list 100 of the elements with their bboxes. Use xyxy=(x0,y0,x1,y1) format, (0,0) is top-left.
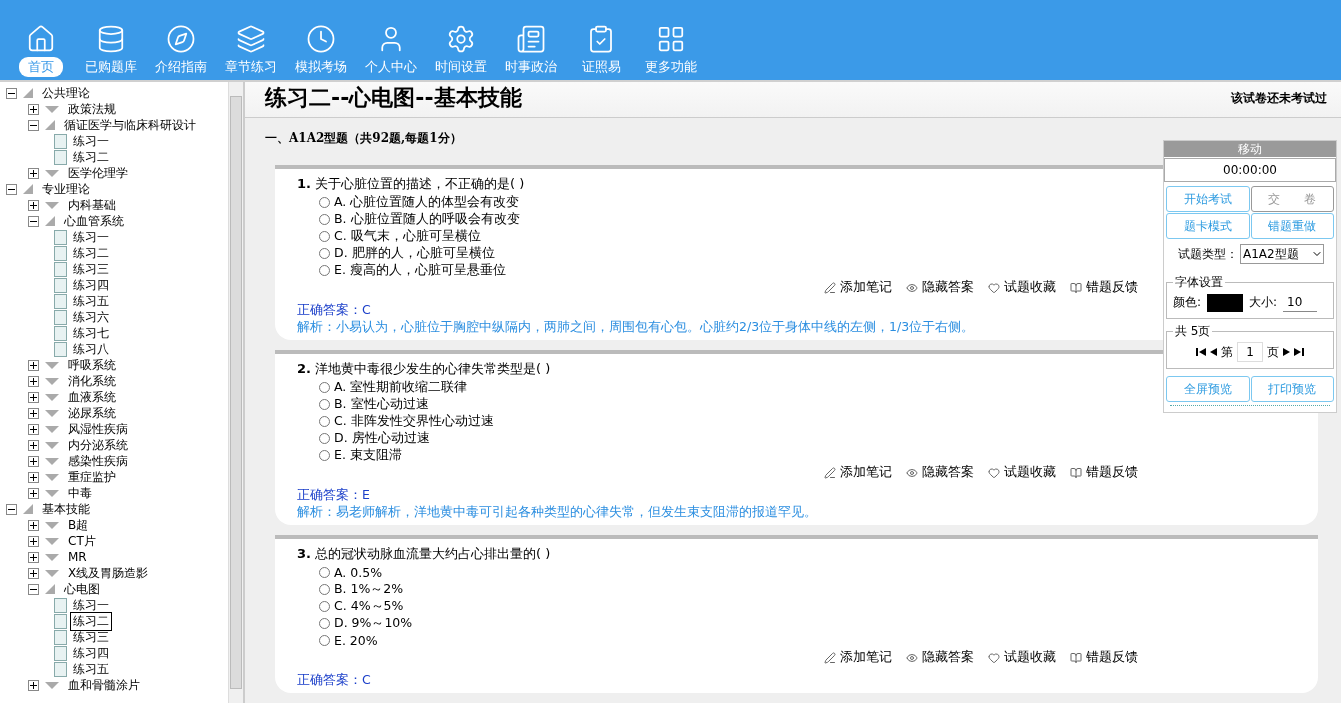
expand-icon[interactable] xyxy=(28,471,39,483)
folder-icon xyxy=(45,457,59,465)
correct-answer: 正确答案：C xyxy=(297,302,371,319)
expand-icon[interactable] xyxy=(28,407,39,419)
action-link[interactable]: 错题反馈 xyxy=(1070,649,1138,666)
type-label: 试题类型： xyxy=(1178,245,1238,263)
color-label: 颜色: xyxy=(1173,294,1202,311)
heart-icon xyxy=(988,281,1000,294)
document-icon xyxy=(54,133,67,149)
option-text: E. 瘦高的人，心脏可呈悬垂位 xyxy=(334,262,506,279)
expand-icon[interactable] xyxy=(28,199,39,211)
option-text: D. 9%～10% xyxy=(334,615,413,632)
option-text: B. 1%～2% xyxy=(334,581,404,598)
document-icon xyxy=(54,613,67,629)
expand-icon[interactable] xyxy=(28,423,39,435)
radio-button[interactable] xyxy=(319,214,330,225)
timer: 00:00:00 xyxy=(1164,158,1336,182)
document-icon xyxy=(54,277,67,293)
action-link[interactable]: 试题收藏 xyxy=(988,279,1056,296)
expand-icon[interactable] xyxy=(28,439,39,451)
collapse-icon[interactable] xyxy=(28,215,39,227)
expand-icon[interactable] xyxy=(28,167,39,179)
option-text: C. 非阵发性交界性心动过速 xyxy=(334,413,494,430)
option-text: B. 室性心动过速 xyxy=(334,396,429,413)
page-field[interactable]: 1 xyxy=(1237,342,1263,362)
folder-icon xyxy=(45,441,59,449)
document-icon xyxy=(54,325,67,341)
option-text: E. 20% xyxy=(334,633,378,648)
layers-icon xyxy=(236,24,266,54)
last-page-icon[interactable] xyxy=(1294,348,1304,356)
expand-icon[interactable] xyxy=(28,103,39,115)
folder-icon xyxy=(45,425,59,433)
radio-button[interactable] xyxy=(319,433,330,444)
tree-item[interactable]: 练习二 xyxy=(70,611,112,631)
radio-button[interactable] xyxy=(319,450,330,461)
expand-icon[interactable] xyxy=(28,535,39,547)
action-link[interactable]: 错题反馈 xyxy=(1070,464,1138,481)
color-swatch[interactable] xyxy=(1207,293,1244,312)
action-link[interactable]: 添加笔记 xyxy=(824,279,892,296)
radio-button[interactable] xyxy=(319,416,330,427)
correct-answer: 正确答案：E xyxy=(297,487,370,504)
folder-icon xyxy=(45,361,59,369)
size-field[interactable]: 10 xyxy=(1283,293,1318,312)
radio-button[interactable] xyxy=(319,265,330,276)
radio-button[interactable] xyxy=(319,618,330,629)
radio-button[interactable] xyxy=(319,567,330,578)
first-page-icon[interactable] xyxy=(1196,348,1206,356)
action-link[interactable]: 添加笔记 xyxy=(824,649,892,666)
radio-button[interactable] xyxy=(319,231,330,242)
collapse-icon[interactable] xyxy=(6,503,17,515)
expand-icon[interactable] xyxy=(28,375,39,387)
collapse-icon[interactable] xyxy=(6,183,17,195)
collapse-icon[interactable] xyxy=(6,87,17,99)
expand-icon[interactable] xyxy=(28,567,39,579)
folder-icon xyxy=(45,169,59,177)
document-icon xyxy=(54,293,67,309)
scrollbar[interactable] xyxy=(228,82,243,703)
option-text: A. 0.5% xyxy=(334,565,383,580)
correct-answer: 正确答案：C xyxy=(297,672,371,689)
action-link[interactable]: 添加笔记 xyxy=(824,464,892,481)
folder-icon xyxy=(45,569,59,577)
expand-icon[interactable] xyxy=(28,519,39,531)
radio-button[interactable] xyxy=(319,248,330,259)
next-page-icon[interactable] xyxy=(1283,348,1290,356)
expand-icon[interactable] xyxy=(28,487,39,499)
pen-icon xyxy=(824,651,836,664)
expand-icon[interactable] xyxy=(28,359,39,371)
book-icon xyxy=(1070,466,1082,479)
radio-button[interactable] xyxy=(319,197,330,208)
action-link[interactable]: 错题反馈 xyxy=(1070,279,1138,296)
radio-button[interactable] xyxy=(319,635,330,646)
expand-icon[interactable] xyxy=(28,455,39,467)
database-icon xyxy=(96,24,126,54)
action-link[interactable]: 试题收藏 xyxy=(988,649,1056,666)
settings-icon xyxy=(446,24,476,54)
action-link[interactable]: 隐藏答案 xyxy=(906,279,974,296)
collapse-icon[interactable] xyxy=(28,583,39,595)
folder-icon xyxy=(45,521,59,529)
question-text: 2. 洋地黄中毒很少发生的心律失常类型是( ) xyxy=(297,360,552,378)
document-icon xyxy=(54,229,67,245)
type-select[interactable]: A1A2型题 xyxy=(1240,244,1324,264)
option-text: C. 吸气末，心脏可呈横位 xyxy=(334,228,481,245)
action-link[interactable]: 隐藏答案 xyxy=(906,464,974,481)
expand-icon[interactable] xyxy=(28,551,39,563)
eye-icon xyxy=(906,466,918,479)
expand-icon[interactable] xyxy=(28,679,39,691)
expand-icon[interactable] xyxy=(28,391,39,403)
action-link[interactable]: 试题收藏 xyxy=(988,464,1056,481)
document-icon xyxy=(54,597,67,613)
action-link[interactable]: 隐藏答案 xyxy=(906,649,974,666)
radio-button[interactable] xyxy=(319,601,330,612)
tree-item[interactable]: MR xyxy=(65,549,90,565)
radio-button[interactable] xyxy=(319,584,330,595)
folder-icon xyxy=(45,105,59,113)
analysis-text: 解析：小易认为，心脏位于胸腔中纵隔内，两肺之间，周围包有心包。心脏约2/3位于身体中线的左侧，1/3位于右侧。 xyxy=(297,319,975,336)
previous-page-icon[interactable] xyxy=(1210,348,1217,356)
collapse-icon[interactable] xyxy=(28,119,39,131)
radio-button[interactable] xyxy=(319,399,330,410)
document-icon xyxy=(54,661,67,677)
radio-button[interactable] xyxy=(319,382,330,393)
